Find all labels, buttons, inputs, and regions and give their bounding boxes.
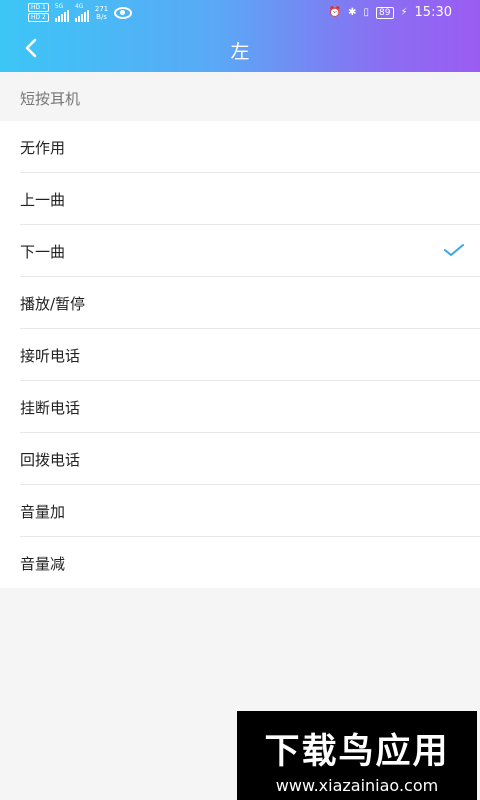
signal-4g: 4G	[74, 3, 89, 22]
option-label: 上一曲	[20, 191, 66, 209]
watermark-logo: 下载鸟应用 www.xiazainiao.com	[237, 711, 477, 800]
alarm-icon: ⏰	[328, 7, 342, 18]
page-title: 左	[230, 41, 250, 63]
charging-icon: ⚡	[400, 7, 408, 18]
checkmark-icon	[444, 244, 464, 256]
watermark-title: 下载鸟应用	[264, 732, 450, 772]
bluetooth-icon: ✱	[348, 7, 357, 18]
hd-indicators: HD 1 HD 2	[28, 3, 49, 22]
option-label: 无作用	[20, 139, 66, 157]
option-item-answer-call[interactable]: 接听电话	[20, 329, 480, 381]
option-label: 音量加	[20, 503, 66, 521]
section-label: 短按耳机	[20, 90, 81, 108]
watermark-url: www.xiazainiao.com	[275, 776, 439, 795]
options-list: 无作用 上一曲 下一曲 播放/暂停 接听电话 挂断电话 回拨电话 音量加 音量减	[0, 121, 480, 588]
option-item-hang-up[interactable]: 挂断电话	[20, 381, 480, 433]
option-item-next[interactable]: 下一曲	[20, 225, 480, 277]
signal-5g-icon	[54, 9, 69, 22]
option-item-previous[interactable]: 上一曲	[20, 173, 480, 225]
option-item-volume-up[interactable]: 音量加	[20, 485, 480, 537]
battery-level: 89	[376, 6, 394, 19]
eye-icon	[114, 6, 133, 19]
option-label: 播放/暂停	[20, 295, 86, 313]
status-right: ⏰ ✱ ▯ 89 ⚡ 15:30	[329, 5, 452, 20]
hd1-badge: HD 1	[28, 3, 49, 12]
option-label: 挂断电话	[20, 399, 81, 417]
option-label: 回拨电话	[20, 451, 81, 469]
status-time: 15:30	[414, 5, 452, 20]
speed-value: 271	[94, 4, 109, 13]
app-header: HD 1 HD 2 5G 4G 271 B/s ⏰ ✱ ▯ 89 ⚡ 15:30	[0, 0, 480, 72]
option-label: 音量减	[20, 555, 66, 573]
signal-4g-icon	[74, 9, 89, 22]
speed-unit: B/s	[96, 12, 107, 21]
option-label: 下一曲	[20, 243, 66, 261]
signal-5g: 5G	[54, 3, 69, 22]
status-left: HD 1 HD 2 5G 4G 271 B/s	[28, 3, 133, 22]
option-label: 接听电话	[20, 347, 81, 365]
network-speed: 271 B/s	[95, 5, 108, 21]
option-item-volume-down[interactable]: 音量减	[20, 537, 480, 588]
vibrate-icon: ▯	[363, 7, 370, 18]
hd2-badge: HD 2	[28, 13, 49, 22]
status-bar: HD 1 HD 2 5G 4G 271 B/s ⏰ ✱ ▯ 89 ⚡ 15:30	[0, 0, 480, 26]
option-item-play-pause[interactable]: 播放/暂停	[20, 277, 480, 329]
option-item-call-back[interactable]: 回拨电话	[20, 433, 480, 485]
option-item-none[interactable]: 无作用	[20, 121, 480, 173]
